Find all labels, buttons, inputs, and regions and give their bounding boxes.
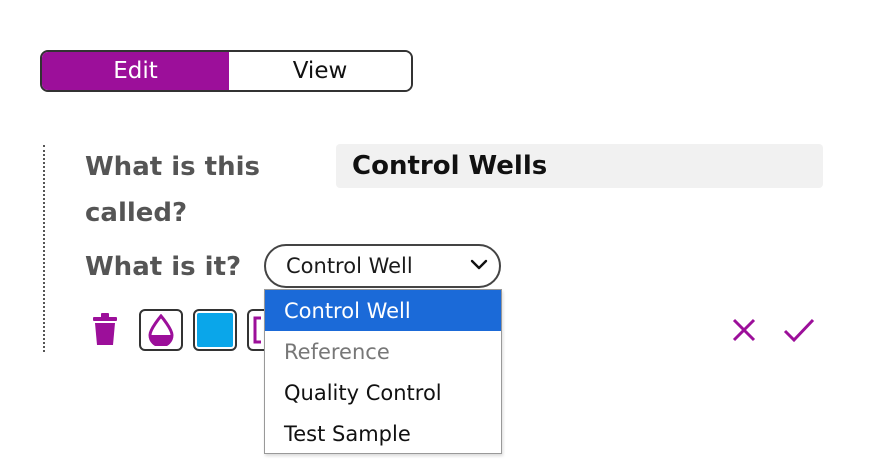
dropdown-option-control-well[interactable]: Control Well [265,290,501,331]
edit-mode-button[interactable]: Edit [42,52,229,90]
color-button[interactable] [193,309,237,351]
name-label: What is this called? [85,152,260,228]
checkmark-icon[interactable] [783,317,815,343]
dropdown-option-quality-control[interactable]: Quality Control [265,372,501,413]
well-style-button[interactable] [139,309,183,351]
close-icon[interactable] [731,317,757,343]
dropdown-option-test-sample[interactable]: Test Sample [265,413,501,454]
resize-icon [253,316,261,344]
trash-icon[interactable] [92,313,118,345]
dropdown-option-reference: Reference [284,339,390,364]
view-mode-button[interactable]: View [229,52,411,90]
type-dropdown-list: Control Well Reference Quality Control T… [264,289,502,454]
type-label: What is it? [85,252,242,282]
type-select-value: Control Well [286,254,413,278]
editor-panel-border [43,145,45,352]
type-select[interactable]: Control Well [264,244,501,288]
chevron-down-icon [470,259,488,270]
droplet-icon [148,314,174,346]
name-input[interactable]: Control Wells [336,144,823,188]
mode-toggle: Edit View [40,50,413,92]
color-swatch-icon [197,313,233,347]
